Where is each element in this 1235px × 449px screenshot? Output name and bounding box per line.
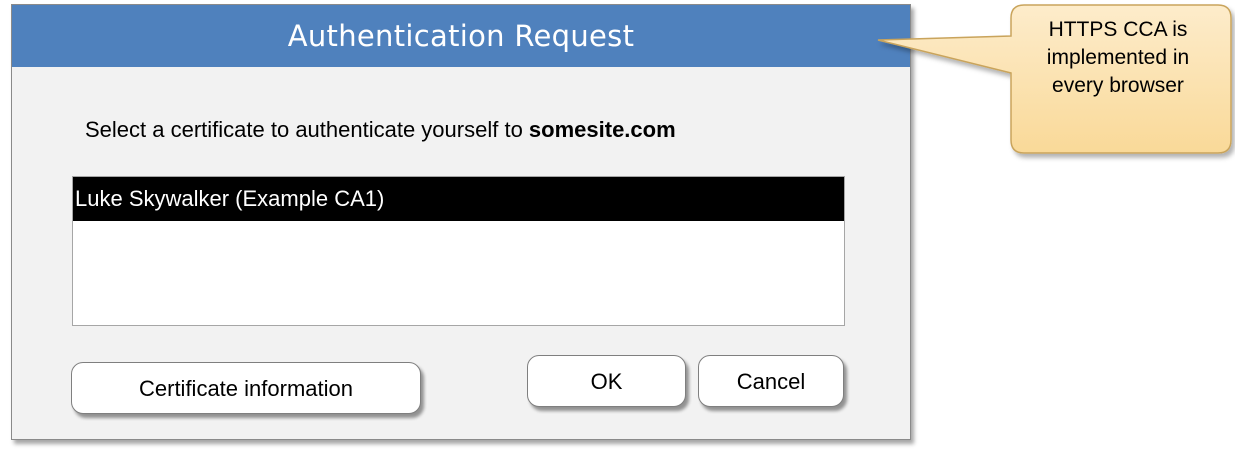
callout-line: every browser xyxy=(1052,74,1184,97)
ok-button[interactable]: OK xyxy=(527,355,686,407)
certificate-list-item[interactable]: Luke Skywalker (Example CA1) xyxy=(73,177,844,221)
authentication-dialog: Authentication Request Select a certific… xyxy=(11,4,911,440)
dialog-title: Authentication Request xyxy=(12,5,910,67)
dialog-prompt: Select a certificate to authenticate you… xyxy=(85,117,676,143)
certificate-information-button[interactable]: Certificate information xyxy=(71,362,421,414)
cancel-button[interactable]: Cancel xyxy=(698,355,844,407)
callout-line: implemented in xyxy=(1046,46,1190,69)
prompt-site: somesite.com xyxy=(528,117,676,142)
certificate-list[interactable]: Luke Skywalker (Example CA1) xyxy=(72,176,845,326)
callout-line: HTTPS CCA is xyxy=(1048,18,1188,41)
callout-text: HTTPS CCA is implemented in every browse… xyxy=(1018,16,1218,100)
prompt-text: Select a certificate to authenticate you… xyxy=(85,117,529,142)
stage: Authentication Request Select a certific… xyxy=(0,0,1235,449)
